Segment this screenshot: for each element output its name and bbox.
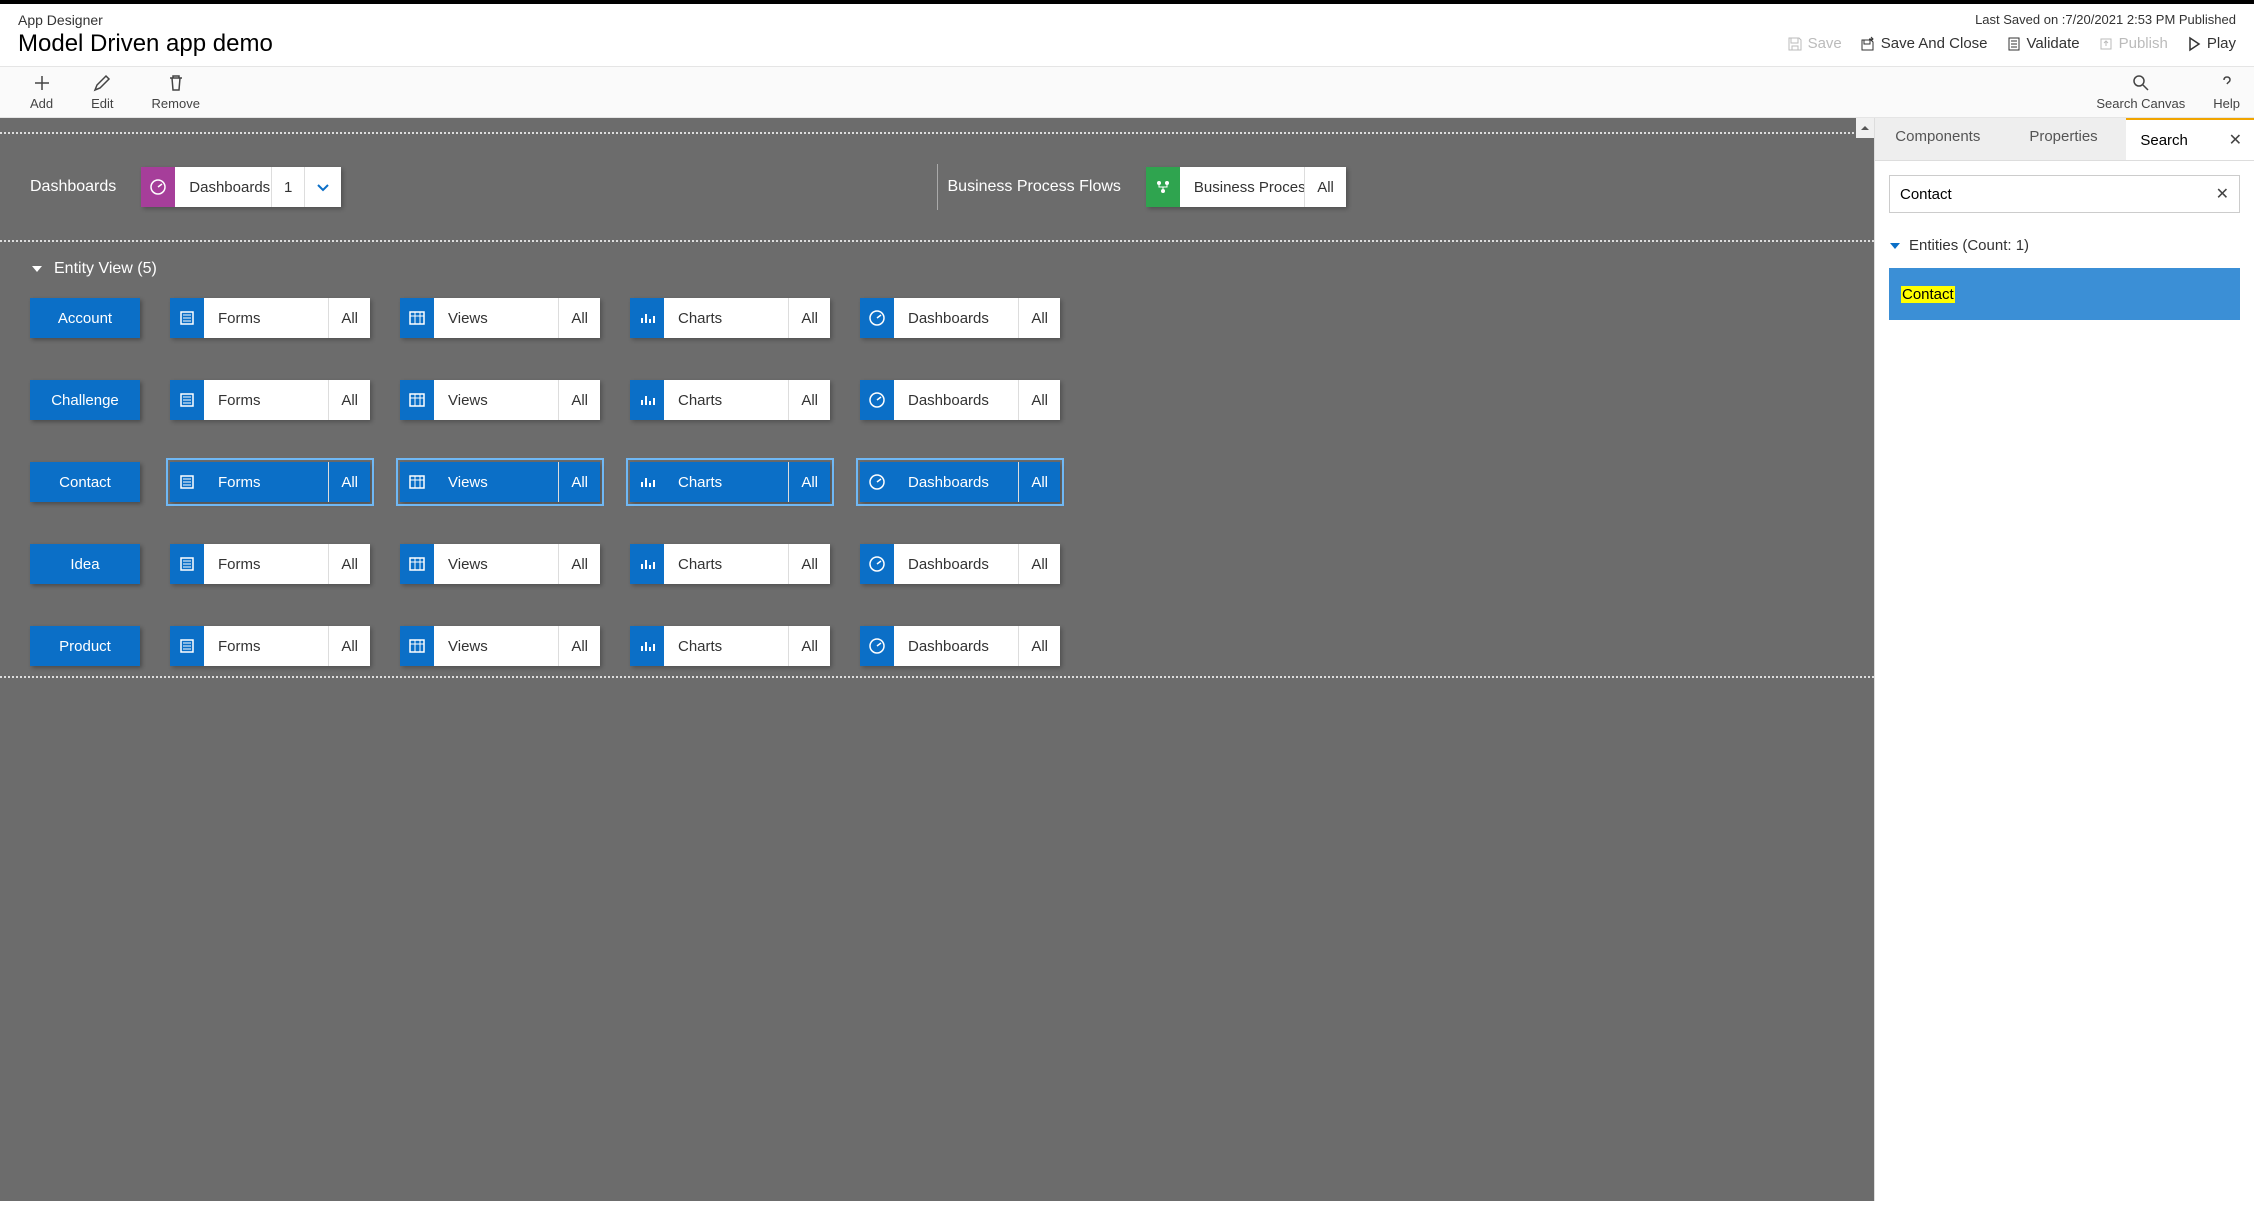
bpf-tile[interactable]: Business Proces... All [1146, 167, 1346, 207]
add-button[interactable]: Add [30, 73, 53, 111]
entity-component-tile[interactable]: FormsAll [170, 544, 370, 584]
bpf-section-label: Business Process Flows [948, 178, 1121, 196]
search-result-item[interactable]: Contact [1889, 268, 2240, 320]
view-icon [400, 462, 434, 502]
flow-icon [1146, 167, 1180, 207]
chart-icon [630, 626, 664, 666]
entity-component-tile[interactable]: ViewsAll [400, 462, 600, 502]
dashboards-section-label: Dashboards [30, 178, 116, 196]
play-button[interactable]: Play [2186, 35, 2236, 52]
search-icon [2131, 73, 2151, 93]
chart-icon [630, 380, 664, 420]
chevron-down-icon[interactable] [304, 167, 341, 207]
entity-component-tile[interactable]: FormsAll [170, 462, 370, 502]
view-icon [400, 298, 434, 338]
app-title: Model Driven app demo [18, 30, 273, 58]
entity-component-tile[interactable]: FormsAll [170, 626, 370, 666]
header: App Designer Model Driven app demo Last … [0, 4, 2254, 67]
last-saved-text: Last Saved on :7/20/2021 2:53 PM Publish… [1787, 12, 2236, 27]
tab-properties[interactable]: Properties [2001, 118, 2127, 160]
form-icon [170, 298, 204, 338]
side-panel: Components Properties Search ✕ ✕ Entitie… [1874, 118, 2254, 1201]
tab-search[interactable]: Search ✕ [2126, 118, 2254, 160]
entity-component-tile[interactable]: ChartsAll [630, 626, 830, 666]
entity-row: Contact FormsAll ViewsAll ChartsAll Dashboar… [30, 462, 1844, 502]
entity-component-tile[interactable]: ViewsAll [400, 298, 600, 338]
scroll-up-button[interactable] [1856, 118, 1874, 138]
dashboard-icon [860, 544, 894, 584]
save-and-close-button[interactable]: Save And Close [1860, 35, 1988, 52]
entity-name-tile[interactable]: Account [30, 298, 140, 338]
clear-search-icon[interactable]: ✕ [2216, 184, 2229, 204]
save-button: Save [1787, 35, 1842, 52]
chart-icon [630, 462, 664, 502]
entity-component-tile[interactable]: FormsAll [170, 298, 370, 338]
publish-icon [2098, 36, 2114, 52]
view-icon [400, 380, 434, 420]
entity-component-tile[interactable]: ViewsAll [400, 544, 600, 584]
view-icon [400, 626, 434, 666]
entity-component-tile[interactable]: ViewsAll [400, 380, 600, 420]
save-icon [1787, 36, 1803, 52]
dashboard-icon [860, 380, 894, 420]
search-input[interactable] [1900, 186, 2216, 203]
dashboard-icon [141, 167, 175, 207]
entity-name-tile[interactable]: Challenge [30, 380, 140, 420]
chart-icon [630, 298, 664, 338]
entity-component-tile[interactable]: ChartsAll [630, 380, 830, 420]
entity-component-tile[interactable]: ChartsAll [630, 462, 830, 502]
help-button[interactable]: Help [2213, 73, 2240, 111]
form-icon [170, 462, 204, 502]
entity-component-tile[interactable]: DashboardsAll [860, 626, 1060, 666]
entity-component-tile[interactable]: ChartsAll [630, 298, 830, 338]
publish-button: Publish [2098, 35, 2168, 52]
plus-icon [32, 73, 52, 93]
entity-component-tile[interactable]: FormsAll [170, 380, 370, 420]
close-icon[interactable]: ✕ [2229, 130, 2242, 150]
entity-row: Product FormsAll ViewsAll ChartsAll Dashboar… [30, 626, 1844, 666]
canvas: Dashboards Dashboards 1 Business Process… [0, 118, 1874, 1201]
toolbar: Add Edit Remove Search Canvas Help [0, 67, 2254, 118]
help-icon [2217, 73, 2237, 93]
entity-row: Account FormsAll ViewsAll ChartsAll Dashboar… [30, 298, 1844, 338]
view-icon [400, 544, 434, 584]
save-close-icon [1860, 36, 1876, 52]
pencil-icon [92, 73, 112, 93]
entity-row: Challenge FormsAll ViewsAll ChartsAll Dashbo… [30, 380, 1844, 420]
form-icon [170, 380, 204, 420]
dashboard-icon [860, 462, 894, 502]
search-input-container: ✕ [1889, 175, 2240, 213]
remove-button[interactable]: Remove [152, 73, 200, 111]
play-icon [2186, 36, 2202, 52]
entity-component-tile[interactable]: DashboardsAll [860, 298, 1060, 338]
entity-name-tile[interactable]: Product [30, 626, 140, 666]
app-designer-label: App Designer [18, 12, 273, 28]
form-icon [170, 626, 204, 666]
search-results-header[interactable]: Entities (Count: 1) [1875, 223, 2254, 262]
entity-component-tile[interactable]: DashboardsAll [860, 380, 1060, 420]
entity-component-tile[interactable]: ChartsAll [630, 544, 830, 584]
trash-icon [166, 73, 186, 93]
entity-component-tile[interactable]: DashboardsAll [860, 462, 1060, 502]
search-result-highlight: Contact [1901, 286, 1955, 303]
entity-name-tile[interactable]: Idea [30, 544, 140, 584]
dashboards-tile[interactable]: Dashboards 1 [141, 167, 341, 207]
caret-down-icon [30, 262, 44, 276]
edit-button[interactable]: Edit [91, 73, 113, 111]
caret-down-icon [1889, 240, 1901, 252]
entity-component-tile[interactable]: DashboardsAll [860, 544, 1060, 584]
dashboard-icon [860, 298, 894, 338]
chart-icon [630, 544, 664, 584]
entity-row: Idea FormsAll ViewsAll ChartsAll DashboardsA… [30, 544, 1844, 584]
dashboard-icon [860, 626, 894, 666]
validate-button[interactable]: Validate [2006, 35, 2080, 52]
validate-icon [2006, 36, 2022, 52]
entity-view-header[interactable]: Entity View (5) [0, 242, 1874, 288]
entity-name-tile[interactable]: Contact [30, 462, 140, 502]
search-canvas-button[interactable]: Search Canvas [2096, 73, 2185, 111]
form-icon [170, 544, 204, 584]
tab-components[interactable]: Components [1875, 118, 2001, 160]
entity-component-tile[interactable]: ViewsAll [400, 626, 600, 666]
